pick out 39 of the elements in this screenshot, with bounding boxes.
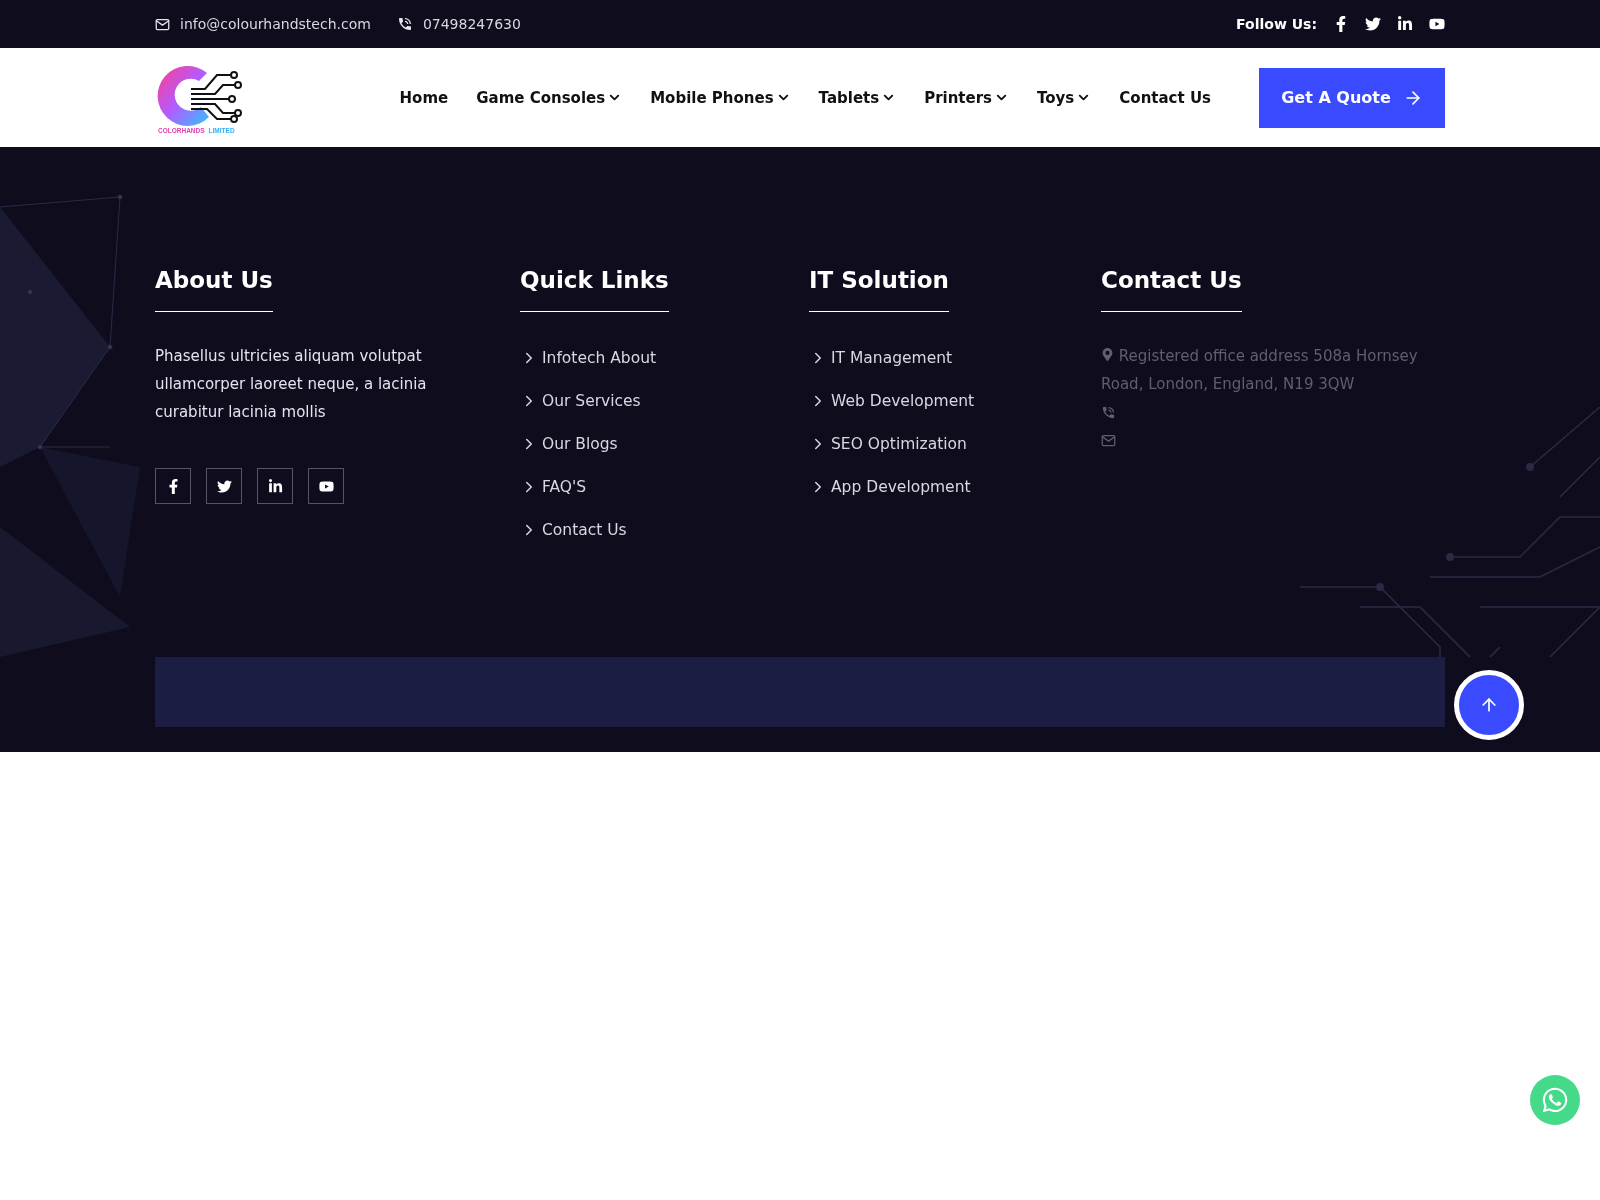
footer-link[interactable]: FAQ'S	[520, 465, 809, 508]
facebook-icon[interactable]	[155, 468, 191, 504]
phone-icon	[1101, 404, 1116, 420]
email-text: info@colourhandstech.com	[180, 16, 371, 32]
get-quote-button[interactable]: Get A Quote	[1259, 67, 1445, 128]
footer-link[interactable]: Infotech About	[520, 336, 809, 379]
follow-label: Follow Us:	[1236, 16, 1317, 32]
footer-link[interactable]: Our Blogs	[520, 422, 809, 465]
nav-link[interactable]: Mobile Phones	[650, 88, 791, 107]
footer-link[interactable]: Contact Us	[520, 508, 809, 551]
nav-link[interactable]: Printers	[924, 88, 1010, 107]
whatsapp-icon	[1541, 1086, 1569, 1114]
phone-text: 07498247630	[422, 16, 521, 32]
footer-link[interactable]: SEO Optimization	[809, 422, 1101, 465]
linkedin-icon[interactable]	[257, 468, 293, 504]
twitter-icon[interactable]	[1365, 16, 1381, 32]
youtube-icon[interactable]	[308, 468, 344, 504]
nav-link[interactable]: Tablets	[818, 88, 897, 107]
about-text: Phasellus ultricies aliquam volutpat ullamcorper laoreet neque, a lacinia curabitur lacinia mollis	[155, 346, 428, 423]
footer-link[interactable]: Web Development	[809, 379, 1101, 422]
nav-link[interactable]: Contact Us	[1119, 88, 1211, 107]
mail-icon	[1101, 432, 1116, 448]
location-icon	[1101, 348, 1114, 361]
footer-link[interactable]: IT Management	[809, 336, 1101, 379]
mail-icon	[155, 16, 170, 32]
phone-icon	[396, 16, 413, 32]
nav-link[interactable]: Toys	[1037, 88, 1092, 107]
quick-links-title: Quick Links	[520, 267, 669, 312]
contact-title: Contact Us	[1101, 267, 1242, 312]
address-text: Registered office address 508a Hornsey Road, London, England, N19 3QW	[1101, 346, 1419, 395]
youtube-icon[interactable]	[1429, 16, 1445, 32]
footer-link[interactable]: Our Services	[520, 379, 809, 422]
nav-link[interactable]: Game Consoles	[476, 88, 623, 107]
linkedin-icon[interactable]	[1397, 16, 1413, 32]
footer-link[interactable]: App Development	[809, 465, 1101, 508]
about-title: About Us	[155, 267, 273, 312]
nav-link[interactable]: Home	[399, 88, 449, 107]
it-solution-title: IT Solution	[809, 267, 949, 312]
twitter-icon[interactable]	[206, 468, 242, 504]
